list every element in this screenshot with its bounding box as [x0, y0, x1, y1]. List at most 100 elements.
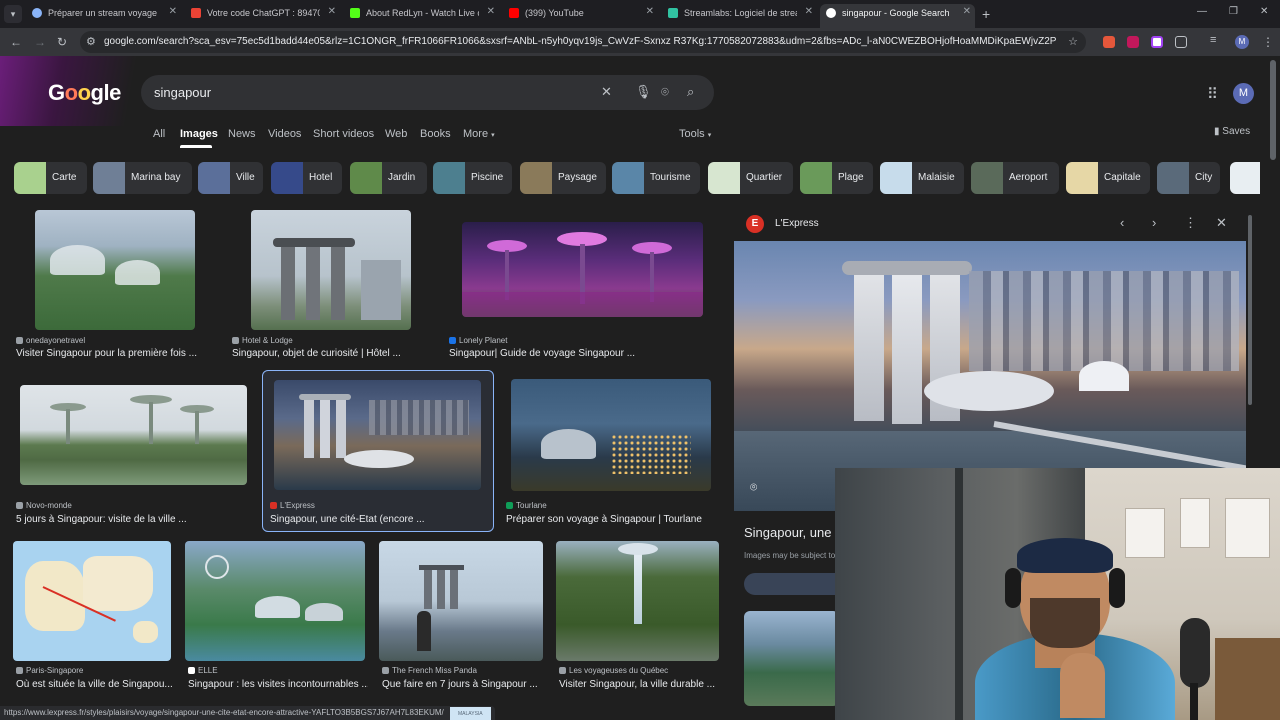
result-image[interactable]: [20, 385, 247, 485]
result-source[interactable]: Tourlane: [506, 501, 547, 510]
search-input[interactable]: singapour: [154, 85, 211, 100]
result-image[interactable]: [251, 210, 411, 330]
close-icon[interactable]: ✕: [646, 6, 654, 17]
chip-overflow[interactable]: [1230, 162, 1260, 194]
result-source[interactable]: Les voyageuses du Québec: [559, 666, 668, 675]
browser-tab[interactable]: Préparer un stream voyage ✕: [26, 4, 181, 24]
search-icon[interactable]: ⌕: [687, 84, 694, 100]
tab-videos[interactable]: Videos: [268, 128, 301, 140]
result-image[interactable]: [462, 222, 703, 317]
result-title[interactable]: 5 jours à Singapour: visite de la ville …: [16, 514, 231, 525]
reload-icon[interactable]: ↻: [57, 35, 67, 49]
result-title[interactable]: Singapour| Guide de voyage Singapour ...: [449, 348, 679, 359]
close-icon[interactable]: ✕: [805, 6, 813, 17]
site-info-icon[interactable]: ⚙: [86, 35, 96, 48]
window-close-icon[interactable]: ✕: [1260, 6, 1268, 17]
result-source[interactable]: The French Miss Panda: [382, 666, 477, 675]
tab-images[interactable]: Images: [180, 128, 218, 140]
result-source[interactable]: Paris-Singapore: [16, 666, 83, 675]
chip-piscine[interactable]: Piscine: [433, 162, 512, 194]
tab-all[interactable]: All: [153, 128, 165, 140]
tab-books[interactable]: Books: [420, 128, 451, 140]
chip-hotel[interactable]: Hotel: [271, 162, 342, 194]
result-source[interactable]: onedayonetravel: [16, 336, 85, 345]
extension-icon[interactable]: [1103, 36, 1115, 48]
preview-title[interactable]: Singapour, une c: [744, 525, 842, 540]
result-title[interactable]: Que faire en 7 jours à Singapour ...: [382, 679, 542, 690]
new-tab-button[interactable]: +: [982, 6, 990, 22]
minimize-icon[interactable]: ―: [1197, 6, 1207, 17]
close-icon[interactable]: ✕: [963, 6, 971, 17]
chip-city[interactable]: City: [1157, 162, 1220, 194]
browser-tab[interactable]: Votre code ChatGPT : 894702 - ✕: [185, 4, 340, 24]
extension-icon[interactable]: [1151, 36, 1163, 48]
lens-camera-icon[interactable]: ⌾: [661, 84, 669, 100]
browser-tab-active[interactable]: singapour - Google Search ✕: [820, 4, 975, 28]
back-icon[interactable]: ←: [10, 35, 22, 49]
result-title[interactable]: Singapour : les visites incontournables …: [188, 679, 368, 690]
close-icon[interactable]: ✕: [328, 6, 336, 17]
tab-web[interactable]: Web: [385, 128, 407, 140]
bookmark-star-icon[interactable]: ☆: [1068, 35, 1078, 48]
result-image[interactable]: [511, 379, 711, 491]
result-title[interactable]: Visiter Singapour, la ville durable ...: [559, 679, 719, 690]
result-title[interactable]: Singapour, une cité-Etat (encore ...: [270, 514, 490, 525]
saves-button[interactable]: ▮ Saves: [1214, 126, 1250, 137]
chip-ville[interactable]: Ville: [198, 162, 263, 194]
restore-icon[interactable]: ❐: [1229, 6, 1238, 17]
preview-source[interactable]: L'Express: [775, 218, 819, 229]
browser-tab[interactable]: Streamlabs: Logiciel de streami ✕: [662, 4, 817, 24]
chip-jardin[interactable]: Jardin: [350, 162, 427, 194]
profile-avatar[interactable]: M: [1235, 35, 1249, 49]
address-bar[interactable]: ⚙ google.com/search?sca_esv=75ec5d1badd4…: [80, 31, 1086, 53]
tab-short-videos[interactable]: Short videos: [313, 128, 374, 140]
result-source[interactable]: Novo-monde: [16, 501, 72, 510]
tab-more[interactable]: More ▾: [463, 128, 495, 140]
chip-marina-bay[interactable]: Marina bay: [93, 162, 192, 194]
extensions-puzzle-icon[interactable]: [1175, 36, 1187, 48]
browser-tab[interactable]: (399) YouTube ✕: [503, 4, 658, 24]
chip-quartier[interactable]: Quartier: [708, 162, 793, 194]
result-source[interactable]: Hotel & Lodge: [232, 336, 293, 345]
result-title[interactable]: Où est située la ville de Singapou...: [16, 679, 176, 690]
more-menu-icon[interactable]: ⋮: [1262, 35, 1274, 49]
apps-grid-icon[interactable]: ⠿: [1207, 85, 1218, 103]
browser-tab[interactable]: About RedLyn - Watch Live on ✕: [344, 4, 499, 24]
result-title[interactable]: Préparer son voyage à Singapour | Tourla…: [506, 514, 726, 525]
chip-paysage[interactable]: Paysage: [520, 162, 606, 194]
next-icon[interactable]: ›: [1152, 215, 1156, 230]
related-image[interactable]: [744, 611, 839, 706]
result-title[interactable]: Visiter Singapour pour la première fois …: [16, 348, 206, 359]
tab-news[interactable]: News: [228, 128, 256, 140]
more-options-icon[interactable]: ⋮: [1184, 215, 1197, 231]
tab-search-button[interactable]: ▾: [4, 5, 22, 23]
result-source[interactable]: Lonely Planet: [449, 336, 507, 345]
result-image[interactable]: [13, 541, 171, 661]
result-source[interactable]: L'Express: [270, 501, 315, 510]
google-lens-icon[interactable]: ⌾: [750, 480, 757, 495]
forward-icon[interactable]: →: [34, 35, 46, 49]
chip-plage[interactable]: Plage: [800, 162, 873, 194]
extension-icon[interactable]: [1127, 36, 1139, 48]
chip-carte[interactable]: Carte: [14, 162, 87, 194]
chip-malaisie[interactable]: Malaisie: [880, 162, 964, 194]
result-image[interactable]: [379, 541, 543, 661]
previous-icon[interactable]: ‹: [1120, 215, 1124, 230]
result-image[interactable]: [274, 380, 481, 490]
page-scrollbar[interactable]: [1270, 60, 1276, 160]
result-image[interactable]: [556, 541, 719, 661]
result-source[interactable]: ELLE: [188, 666, 218, 675]
account-avatar[interactable]: M: [1233, 83, 1254, 104]
chip-capitale[interactable]: Capitale: [1066, 162, 1150, 194]
result-title[interactable]: Singapour, objet de curiosité | Hôtel ..…: [232, 348, 432, 359]
search-box[interactable]: singapour ✕ 🎙 ⌾ ⌕: [141, 75, 714, 110]
tools-button[interactable]: Tools ▾: [679, 128, 711, 140]
close-icon[interactable]: ✕: [1216, 215, 1227, 231]
preview-scrollbar[interactable]: [1248, 215, 1252, 405]
media-control-icon[interactable]: ≡: [1210, 34, 1222, 46]
google-logo[interactable]: Google: [48, 80, 121, 106]
result-image[interactable]: [185, 541, 365, 661]
microphone-icon[interactable]: 🎙: [635, 84, 652, 100]
chip-tourisme[interactable]: Tourisme: [612, 162, 700, 194]
clear-icon[interactable]: ✕: [601, 84, 612, 100]
